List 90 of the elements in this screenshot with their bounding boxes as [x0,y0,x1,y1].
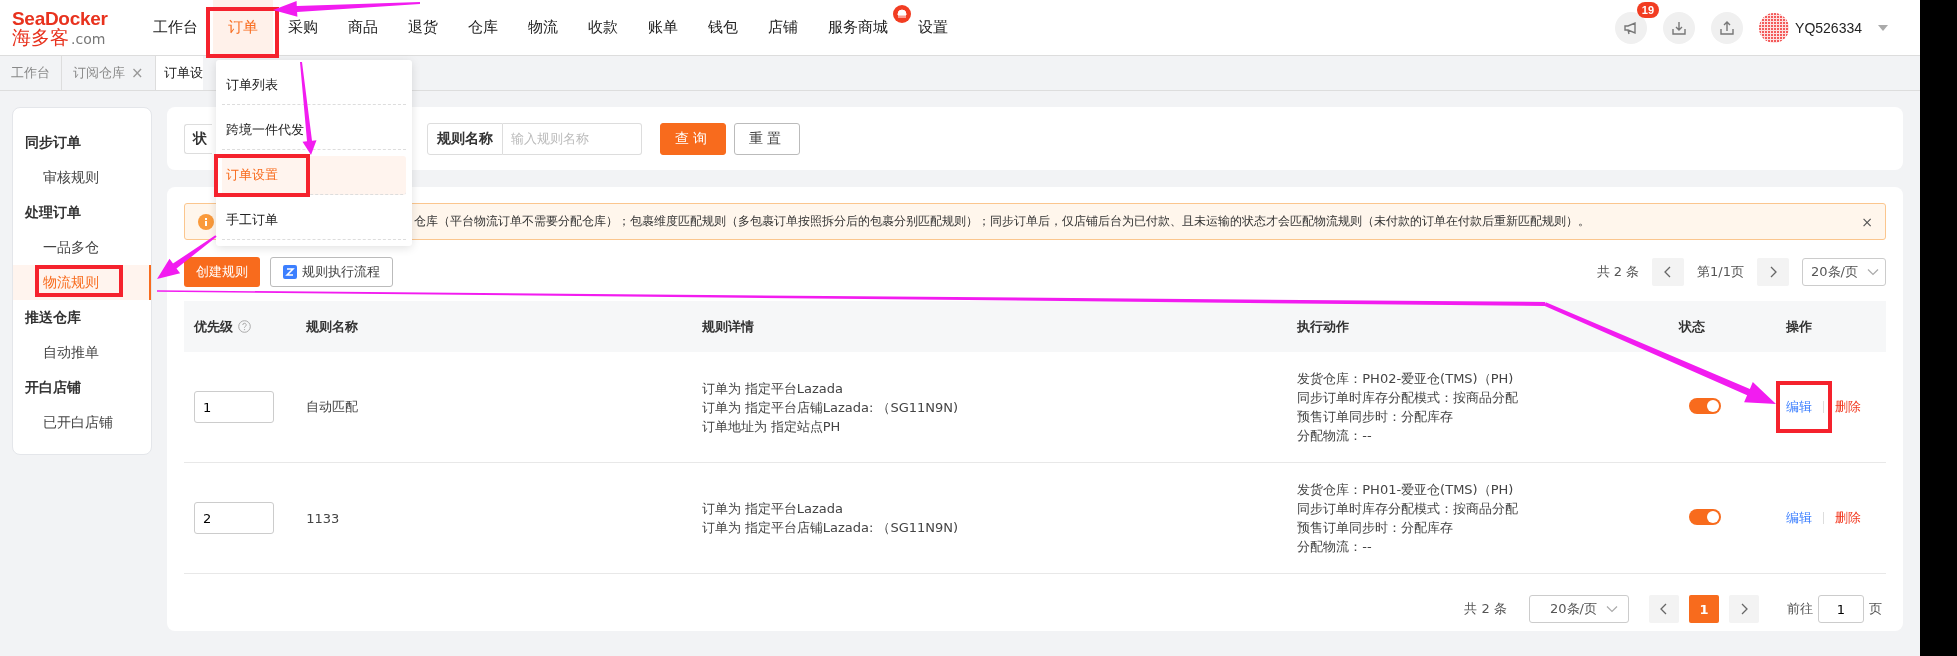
chevron-down-icon [1606,605,1618,613]
edit-link[interactable]: 编辑 [1785,509,1812,527]
user-name[interactable]: YQ526334 [1795,19,1862,36]
download-button[interactable] [1663,11,1696,44]
caret-icon [1878,24,1888,31]
toggle-switch[interactable] [1688,508,1721,525]
upload-button[interactable] [1711,11,1744,44]
action-line: 预售订单同步时：分配库存 [1297,520,1454,535]
menu-group-title: 开白店铺 [25,378,81,397]
column-header: 状态 [1678,317,1705,336]
detail-line: 订单为 指定平台店铺Lazada: （SG11N9N) [701,399,959,415]
goto-label: 前往 [1787,600,1813,618]
menu-item[interactable]: 已开白店铺 [13,405,151,440]
delete-link[interactable]: 删除 [1834,509,1861,527]
rule-name: 自动匹配 [306,399,359,414]
nav-item[interactable]: 物流 [513,0,573,56]
count-badge: 19 [1636,1,1660,18]
chevron-down-icon [1867,268,1879,276]
total-count: 共 2 条 [1464,600,1507,618]
nav-item[interactable]: 工作台 [138,0,213,56]
highlight-frame [1776,381,1832,433]
chevron-right-icon [1740,603,1748,615]
action-line: 发货仓库：PH01-爱亚仓(TMS)（PH) [1297,482,1514,497]
edit-link[interactable]: 编辑 [1785,398,1812,416]
page-size-select[interactable]: 20条/页 [1802,258,1886,286]
priority-input[interactable]: 2 [194,502,274,534]
action-line: 发货仓库：PH02-爱亚仓(TMS)（PH) [1297,371,1514,386]
info-icon [198,213,214,230]
alert-text: 仓库（平台物流订单不需要分配仓库）；包裹维度匹配规则（多包裹订单按照拆分后的包裹分别匹配规则）；同步订单后，仅店铺后台为已付款、且未运输的状态才会匹配物流规则（未付款的订单在付款后重新匹配规则）。 [414,213,1591,230]
dropdown-item[interactable]: 手工订单 [222,201,406,240]
action-line: 同步订单时库存分配模式：按商品分配 [1297,501,1519,516]
nav-item[interactable]: 店铺 [753,0,813,56]
menu-group-title: 同步订单 [25,133,81,152]
detail-line: 订单地址为 指定站点PH [701,418,841,434]
toggle-switch[interactable] [1688,397,1721,414]
page-indicator: 第1/1页 [1697,263,1744,281]
column-header: 规则详情 [701,317,754,336]
menu-item[interactable]: 自动推单 [13,335,151,370]
rule-name: 1133 [306,510,340,526]
action-line: 同步订单时库存分配模式：按商品分配 [1297,390,1519,405]
nav-item[interactable]: 服务商城 [813,0,903,56]
detail-line: 订单为 指定平台店铺Lazada: （SG11N9N) [701,520,959,535]
avatar [1759,12,1790,43]
menu-item[interactable]: 审核规则 [13,160,151,195]
action-line: 分配物流：-- [1297,539,1372,554]
nav-item[interactable]: 商品 [333,0,393,56]
column-header: 执行动作 [1297,317,1350,336]
chevron-right-icon [1769,266,1777,278]
logo-chinese-name: 海多客 [12,27,69,47]
nav-item[interactable]: 退货 [393,0,453,56]
menu-group-title: 处理订单 [25,203,81,222]
column-header: 操作 [1785,317,1812,336]
nav-item[interactable]: 设置 [903,0,963,56]
next-page-button[interactable] [1729,595,1759,623]
status-select[interactable]: 状 [184,123,212,154]
next-page-button[interactable] [1757,258,1789,286]
page-suffix: 页 [1869,600,1882,618]
priority-input[interactable]: 1 [194,391,274,423]
flow-button[interactable]: 规则执行流程 [270,257,393,287]
delete-link[interactable]: 删除 [1834,398,1861,416]
rule-name-input[interactable]: 输入规则名称 [503,122,642,155]
nav-item[interactable]: 采购 [273,0,333,56]
close-icon[interactable]: × [1861,213,1873,230]
logo-wordmark: SeaDocker [12,8,109,28]
prev-page-button[interactable] [1652,258,1685,286]
nav-item[interactable]: 仓库 [453,0,513,56]
document-icon [283,265,297,279]
prev-page-button[interactable] [1649,595,1679,623]
goto-page-input[interactable]: 1 [1818,595,1864,623]
reset-button[interactable]: 重置 [734,122,800,155]
field-label: 规则名称 [427,122,503,155]
column-header: 优先级 [194,317,233,336]
upload-icon [1719,19,1736,36]
logo-domain: .com [71,31,106,46]
menu-item[interactable]: 一品多仓 [13,230,151,265]
menu-group-title: 推送仓库 [25,308,81,327]
chevron-left-icon [1664,266,1673,278]
chevron-left-icon [1660,603,1668,615]
detail-line: 订单为 指定平台Lazada [701,380,843,396]
nav-item[interactable]: 账单 [633,0,693,56]
total-count: 共 2 条 [1596,263,1640,281]
page-size-select[interactable]: 20条/页 [1529,595,1629,623]
action-line: 预售订单同步时：分配库存 [1297,409,1454,424]
column-header: 规则名称 [306,317,359,336]
nav-item[interactable]: 收款 [573,0,633,56]
download-icon [1671,19,1688,36]
tab[interactable]: 订单设 [155,56,203,90]
action-line: 分配物流：-- [1297,428,1372,443]
nav-item[interactable]: 钱包 [693,0,753,56]
detail-line: 订单为 指定平台Lazada [701,501,843,516]
